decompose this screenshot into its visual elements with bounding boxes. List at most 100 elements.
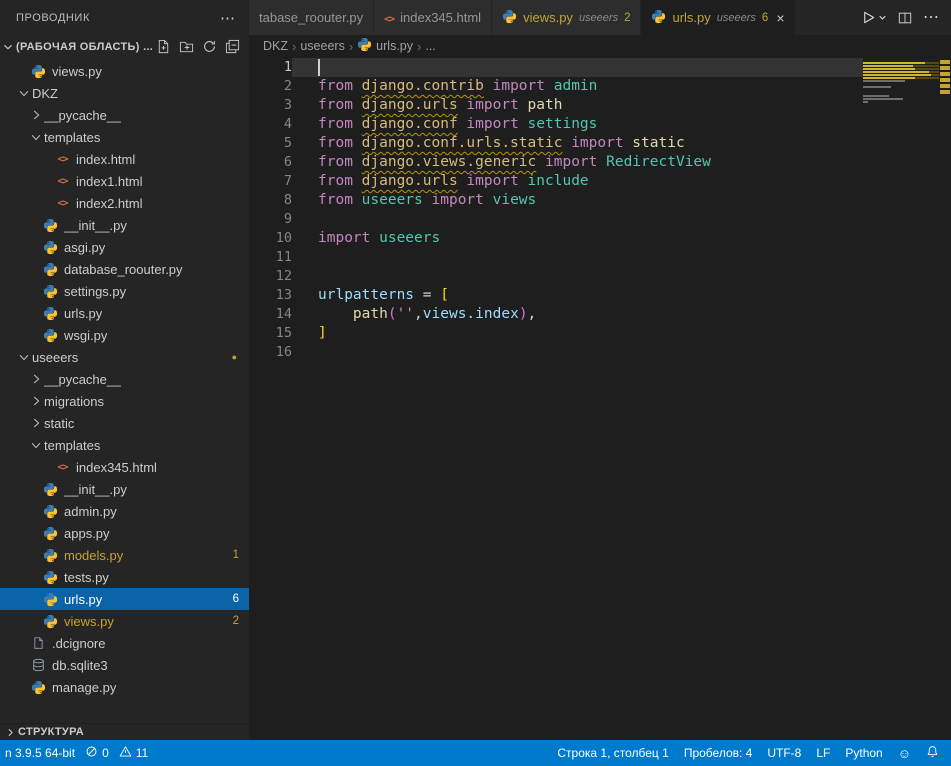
refresh-icon[interactable] [200, 38, 218, 56]
tree-folder[interactable]: __pycache__ [0, 368, 249, 390]
run-icon[interactable] [861, 10, 876, 25]
minimap-line [863, 77, 939, 79]
status-cursor-position[interactable]: Строка 1, столбец 1 [557, 746, 668, 760]
status-language-mode-text: Python [845, 746, 882, 760]
tree-file[interactable]: tests.py [0, 566, 249, 588]
minimap-bar [863, 62, 925, 64]
code-line: 6from django.views.generic import Redire… [249, 153, 863, 172]
minimap[interactable] [863, 57, 939, 740]
new-file-icon[interactable] [154, 38, 172, 56]
more-actions-icon[interactable]: ⋯ [220, 9, 235, 27]
code-editor[interactable]: 12from django.contrib import admin3from … [249, 57, 863, 740]
editor-tab[interactable]: <>index345.html [374, 0, 492, 35]
new-folder-icon[interactable] [177, 38, 195, 56]
line-number: 10 [249, 229, 292, 248]
line-content: path('',views.index), [292, 305, 863, 324]
tree-file[interactable]: admin.py [0, 500, 249, 522]
chevron-expanded-icon [28, 437, 44, 453]
tree-file[interactable]: <>index.html [0, 148, 249, 170]
warning-triangle-icon [119, 745, 132, 761]
tree-file[interactable]: <>index345.html [0, 456, 249, 478]
breadcrumb-item[interactable]: DKZ [263, 39, 288, 53]
line-content: from django.urls import path [292, 96, 863, 115]
minimap-line [863, 92, 939, 94]
status-python-interpreter[interactable]: n 3.9.5 64-bit [5, 746, 75, 760]
status-feedback[interactable]: ☺ [898, 746, 911, 761]
tree-file[interactable]: db.sqlite3 [0, 654, 249, 676]
more-actions-icon[interactable]: ⋯ [923, 10, 939, 26]
chevron-down-icon[interactable] [878, 13, 887, 22]
problems-badge: 6 [233, 593, 239, 605]
tree-file[interactable]: views.py2 [0, 610, 249, 632]
tree-file[interactable]: views.py [0, 60, 249, 82]
editor-tab[interactable]: views.pyuseeers2 [492, 0, 641, 35]
code-token: , [414, 306, 423, 322]
tree-file[interactable]: .dcignore [0, 632, 249, 654]
tree-file[interactable]: manage.py [0, 676, 249, 698]
code-line: 1 [249, 58, 863, 77]
close-icon[interactable]: × [776, 10, 784, 26]
tree-file[interactable]: urls.py6 [0, 588, 249, 610]
tree-file[interactable]: apps.py [0, 522, 249, 544]
tree-file[interactable]: database_roouter.py [0, 258, 249, 280]
status-language-mode[interactable]: Python [845, 746, 882, 760]
split-editor-icon[interactable] [898, 11, 912, 25]
bell-icon [926, 745, 939, 761]
chevron-down-icon [0, 39, 16, 55]
status-bar-right: Строка 1, столбец 1 Пробелов: 4 UTF-8 LF Pyt… [557, 745, 951, 761]
python-file-icon [30, 679, 47, 695]
editor-tab[interactable]: urls.pyuseeers6× [641, 0, 795, 35]
tree-file[interactable]: __init__.py [0, 214, 249, 236]
tree-file[interactable]: <>index2.html [0, 192, 249, 214]
tree-item-label: manage.py [52, 680, 116, 695]
line-content [292, 343, 863, 362]
tree-folder[interactable]: static [0, 412, 249, 434]
breadcrumb-label: DKZ [263, 39, 288, 53]
code-token: from [318, 154, 362, 170]
tree-folder[interactable]: DKZ [0, 82, 249, 104]
workspace-section-header[interactable]: (РАБОЧАЯ ОБЛАСТЬ) ... [0, 35, 249, 58]
tree-file[interactable]: asgi.py [0, 236, 249, 258]
explorer-toolbar [154, 38, 249, 56]
status-notifications[interactable] [926, 745, 939, 761]
breadcrumb-item[interactable]: ... [425, 39, 435, 53]
code-token: import [571, 135, 623, 151]
code-token [562, 135, 571, 151]
status-warnings[interactable]: 11 [119, 745, 148, 761]
status-python-interpreter-text: n 3.9.5 64-bit [5, 746, 75, 760]
html-file-icon: <> [54, 173, 71, 189]
status-indentation[interactable]: Пробелов: 4 [684, 746, 753, 760]
breadcrumb-item[interactable]: useeers [300, 39, 344, 53]
code-token: views [484, 192, 536, 208]
status-errors[interactable]: 0 [85, 745, 109, 761]
code-token: django.contrib [362, 78, 484, 94]
breadcrumb: DKZ›useeers›urls.py›... [249, 35, 951, 57]
python-file-icon [42, 305, 59, 321]
python-file-icon [42, 591, 59, 607]
tree-item-label: urls.py [64, 306, 102, 321]
code-token [423, 192, 432, 208]
tree-file[interactable]: models.py1 [0, 544, 249, 566]
line-number: 3 [249, 96, 292, 115]
tree-file[interactable]: urls.py [0, 302, 249, 324]
code-line: 11 [249, 248, 863, 267]
status-eol[interactable]: LF [816, 746, 830, 760]
editor-tab[interactable]: tabase_roouter.py [249, 0, 374, 35]
code-token [318, 306, 353, 322]
tree-file[interactable]: <>index1.html [0, 170, 249, 192]
tree-folder[interactable]: useeers● [0, 346, 249, 368]
python-file-icon [42, 217, 59, 233]
tree-folder[interactable]: templates [0, 434, 249, 456]
collapse-all-icon[interactable] [223, 38, 241, 56]
tree-folder[interactable]: migrations [0, 390, 249, 412]
breadcrumb-item[interactable]: urls.py [357, 37, 413, 55]
tree-file[interactable]: wsgi.py [0, 324, 249, 346]
tree-file[interactable]: __init__.py [0, 478, 249, 500]
tree-folder[interactable]: templates [0, 126, 249, 148]
tree-folder[interactable]: __pycache__ [0, 104, 249, 126]
tree-file[interactable]: settings.py [0, 280, 249, 302]
minimap-bar [863, 80, 905, 82]
python-file-icon [42, 503, 59, 519]
status-encoding[interactable]: UTF-8 [767, 746, 801, 760]
outline-section-header[interactable]: СТРУКТУРА [0, 723, 249, 740]
